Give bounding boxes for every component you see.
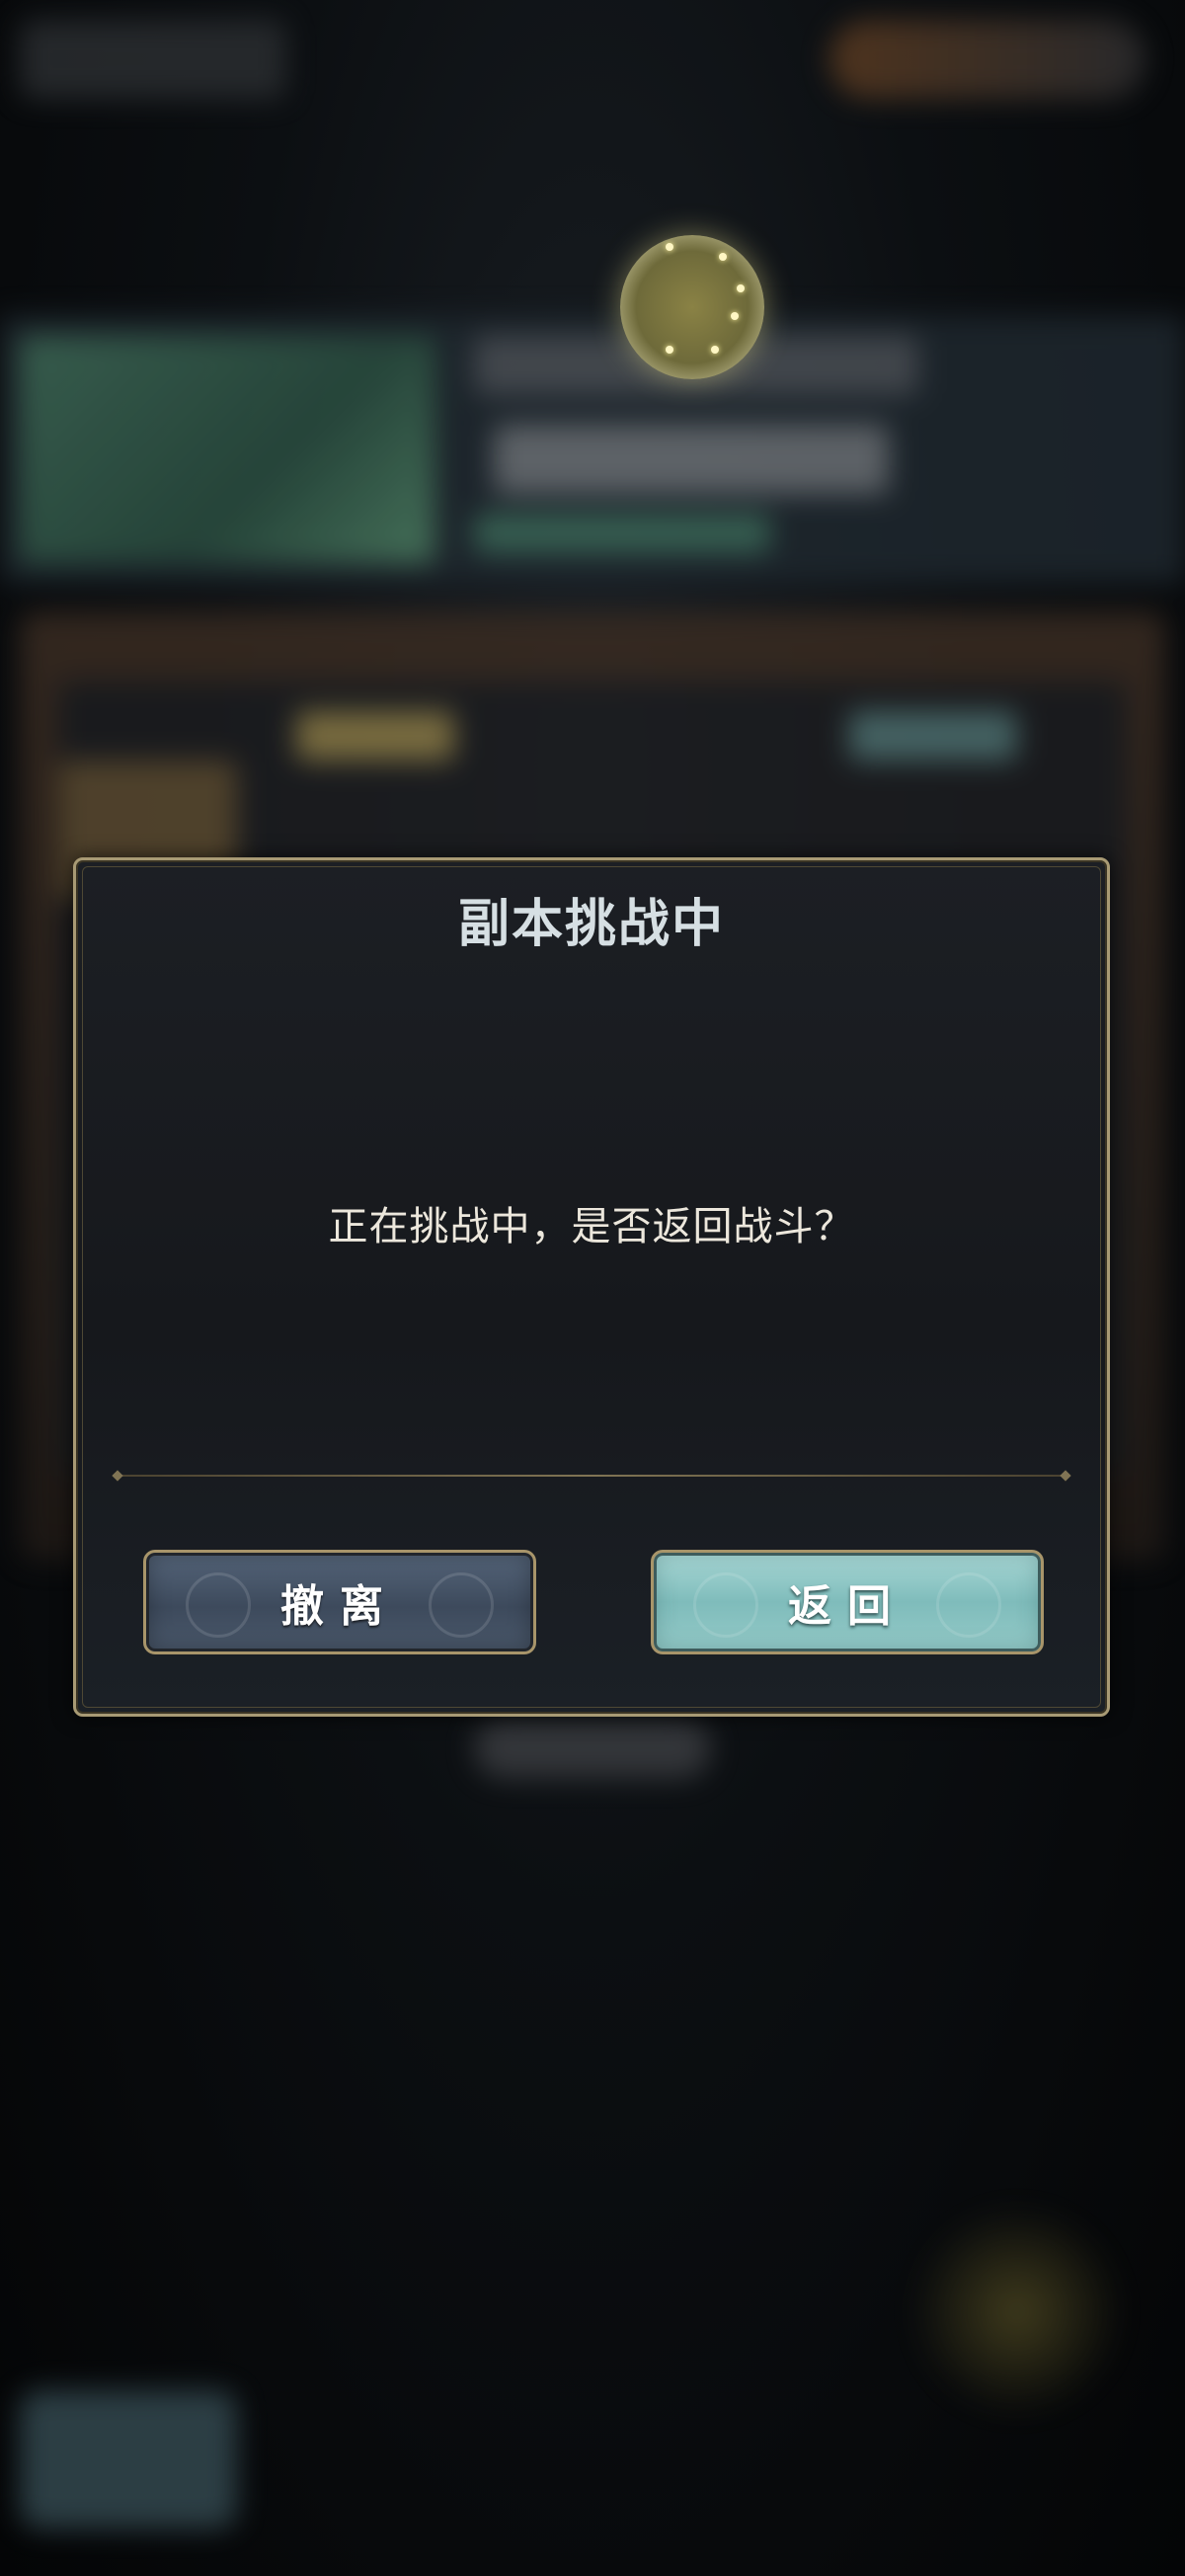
orb-sparkle (731, 312, 739, 320)
background-card-art (20, 336, 434, 563)
divider-cap (112, 1470, 123, 1482)
background-glow (908, 2203, 1126, 2420)
orb-sparkle (666, 243, 673, 251)
background-panel-tab (849, 711, 1017, 761)
withdraw-button-label: 撤离 (280, 1581, 399, 1632)
background-panel-tab (296, 711, 454, 761)
button-ornament (936, 1572, 1001, 1638)
return-button[interactable]: 返回 (651, 1550, 1044, 1654)
orb-sparkle (719, 253, 727, 261)
background-pill (474, 1719, 711, 1778)
divider-cap (1060, 1470, 1071, 1482)
orb-sparkle (711, 346, 719, 354)
background-card-text (494, 425, 889, 494)
dialog-message: 正在挑战中，是否返回战斗？ (328, 1204, 855, 1249)
background-currency-bar (830, 20, 1146, 99)
return-button-label: 返回 (788, 1581, 907, 1632)
loading-orb-icon (620, 235, 764, 379)
background-bottom-button (20, 2390, 237, 2529)
dialog-title: 副本挑战中 (457, 894, 725, 954)
background-card-progress (474, 514, 770, 553)
dialog-divider (112, 1470, 1071, 1482)
game-screen: 副本挑战中 正在挑战中，是否返回战斗？ 撤离 返回 (0, 0, 1185, 2576)
challenge-dialog: 副本挑战中 正在挑战中，是否返回战斗？ 撤离 返回 (73, 857, 1110, 1717)
withdraw-button[interactable]: 撤离 (143, 1550, 536, 1654)
orb-sparkle (737, 284, 745, 292)
button-ornament (429, 1572, 494, 1638)
background-top-left-panel (20, 20, 286, 99)
button-ornament (186, 1572, 251, 1638)
orb-sparkle (666, 346, 673, 354)
button-ornament (693, 1572, 758, 1638)
